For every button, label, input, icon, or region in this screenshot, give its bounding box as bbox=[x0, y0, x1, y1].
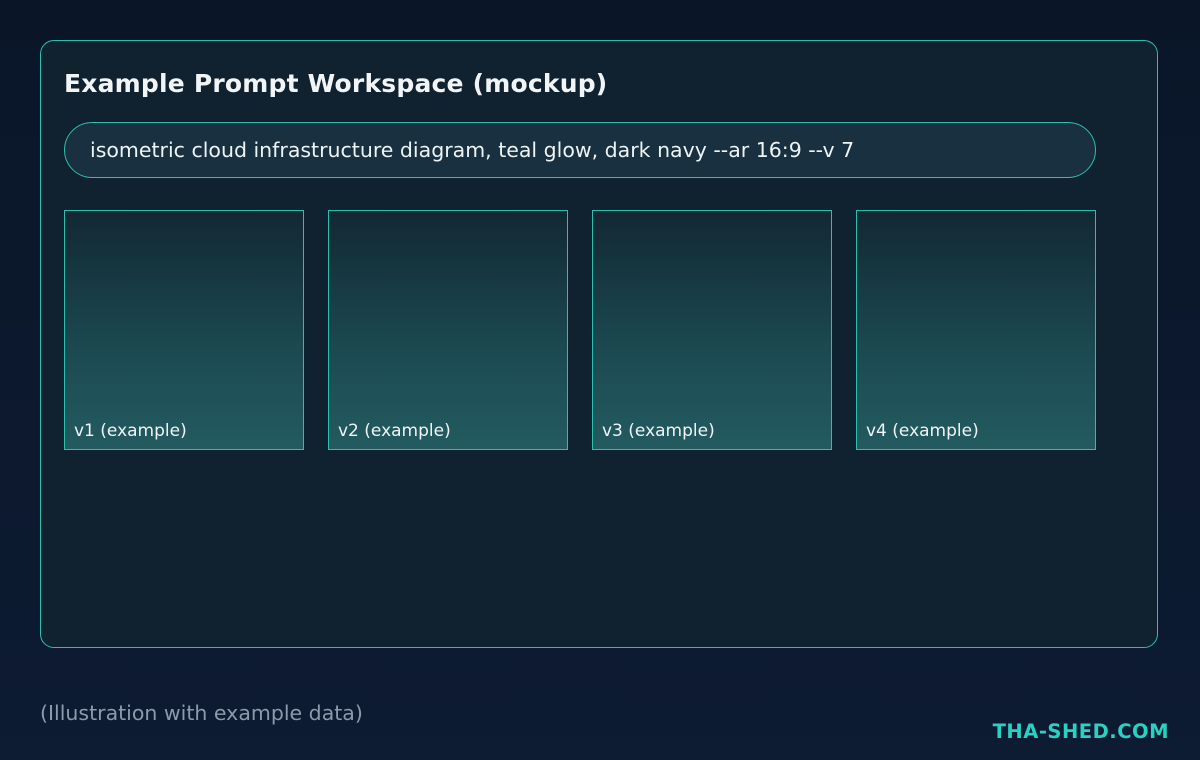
workspace-title: Example Prompt Workspace (mockup) bbox=[64, 69, 608, 98]
prompt-input-text: isometric cloud infrastructure diagram, … bbox=[90, 138, 855, 162]
variations-grid: v1 (example) v2 (example) v3 (example) v… bbox=[64, 210, 1098, 452]
prompt-workspace-panel: Example Prompt Workspace (mockup) isomet… bbox=[40, 40, 1158, 648]
illustration-caption: (Illustration with example data) bbox=[40, 701, 363, 725]
variation-tile-3[interactable]: v3 (example) bbox=[592, 210, 832, 450]
prompt-input[interactable]: isometric cloud infrastructure diagram, … bbox=[64, 122, 1096, 178]
variation-label: v1 (example) bbox=[74, 421, 187, 441]
variation-label: v4 (example) bbox=[866, 421, 979, 441]
variation-tile-1[interactable]: v1 (example) bbox=[64, 210, 304, 450]
variation-label: v3 (example) bbox=[602, 421, 715, 441]
variation-label: v2 (example) bbox=[338, 421, 451, 441]
brand-watermark: THA-SHED.COM bbox=[992, 720, 1169, 743]
variation-tile-2[interactable]: v2 (example) bbox=[328, 210, 568, 450]
variation-tile-4[interactable]: v4 (example) bbox=[856, 210, 1096, 450]
